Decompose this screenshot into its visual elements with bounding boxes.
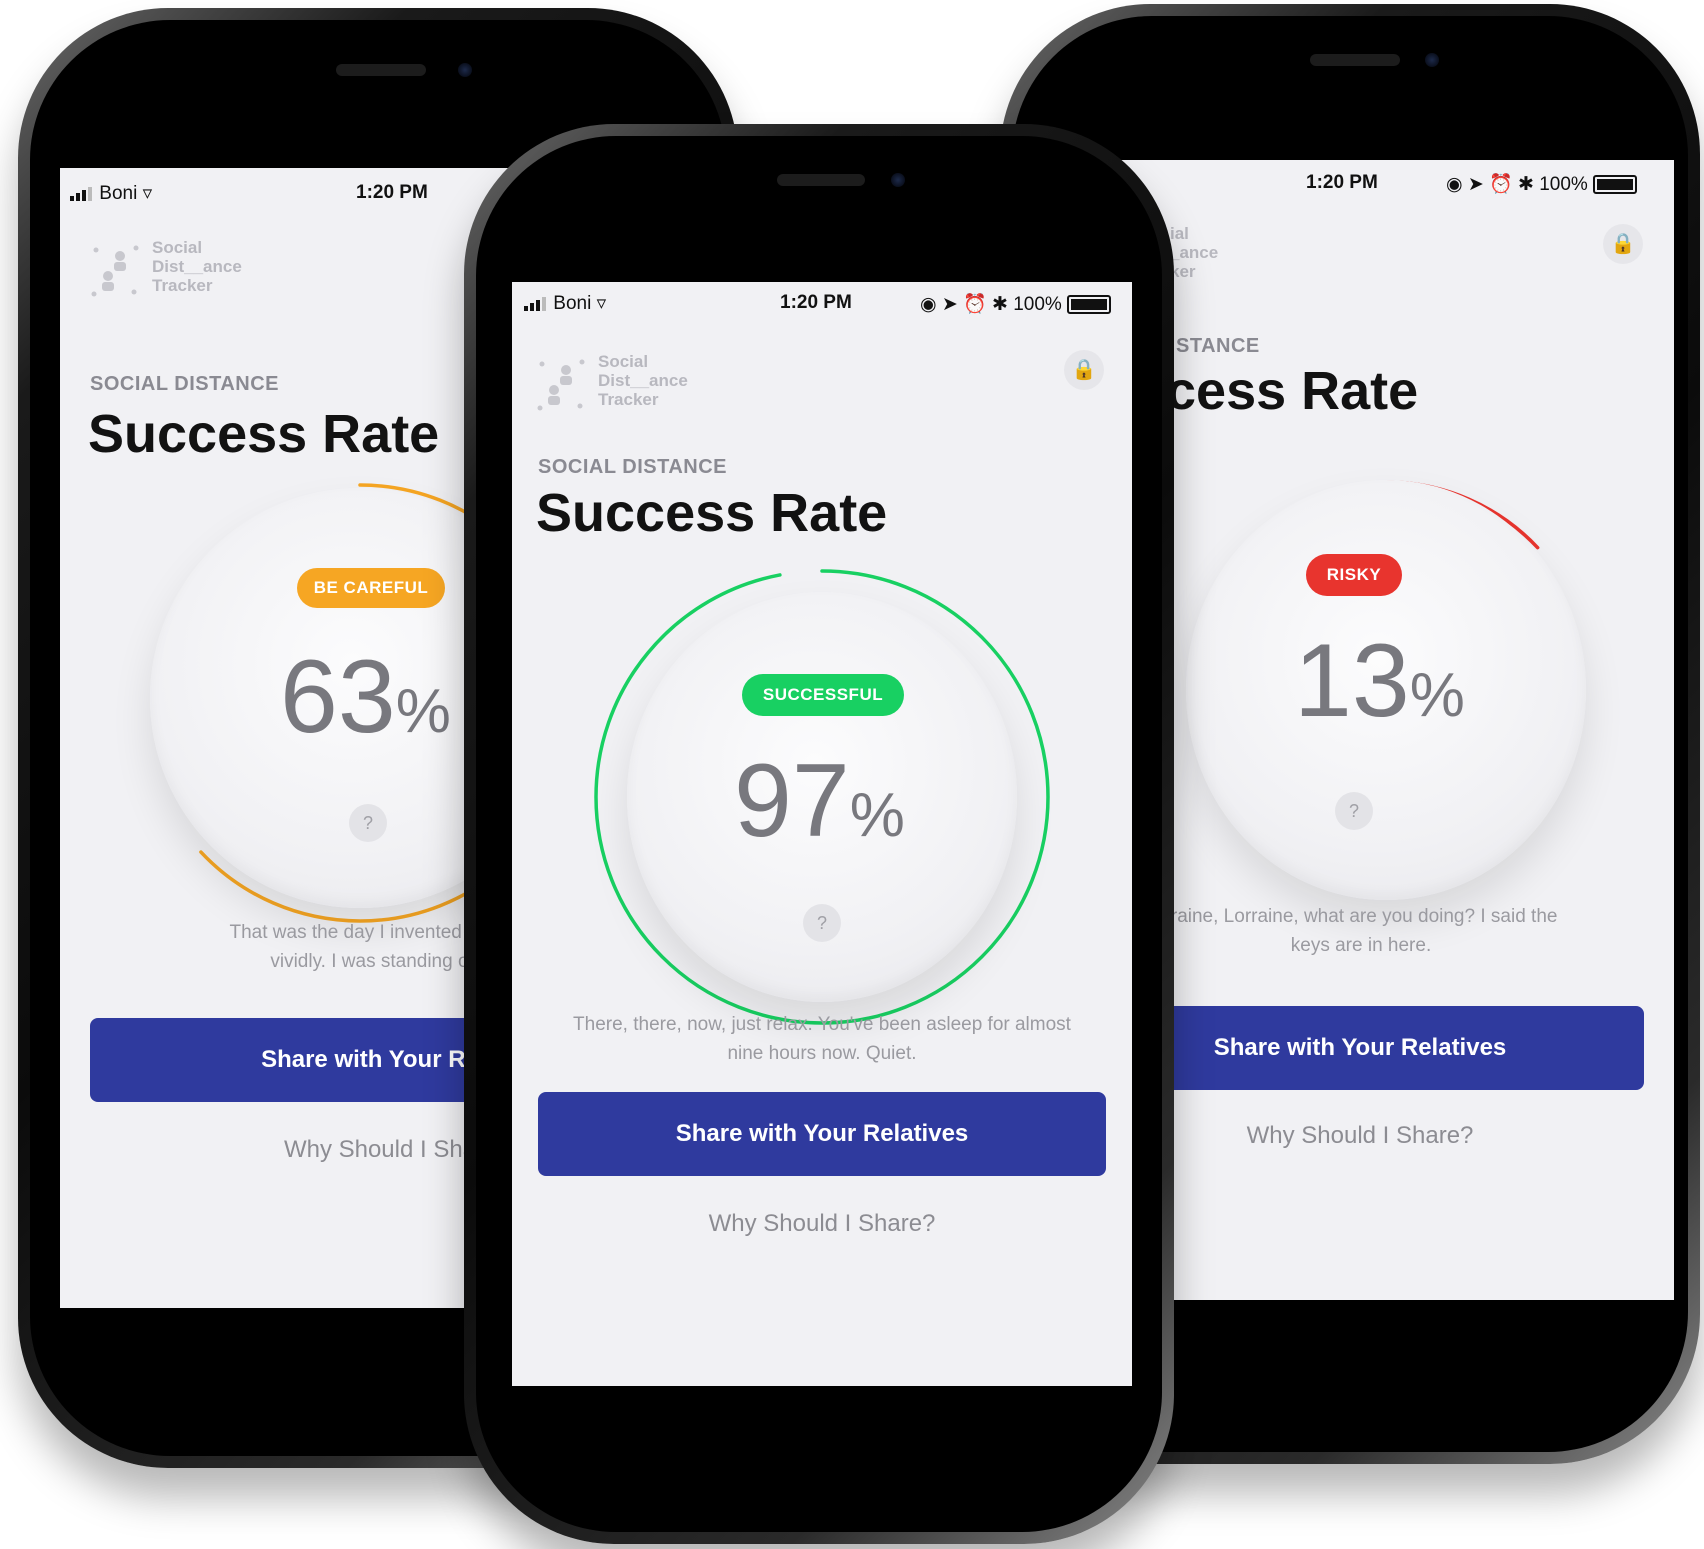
percent-value: 63	[280, 639, 396, 755]
alarm-icon: ⏰	[1489, 174, 1513, 195]
logo-line-3: Tracker	[598, 390, 659, 409]
signal-icon	[524, 296, 546, 311]
logo-line-1: Social	[598, 352, 649, 371]
status-badge: BE CAREFUL	[297, 568, 445, 608]
logo-line-3: ker	[1170, 262, 1196, 281]
screen-center: Boni ▿ 1:20 PM ◉ ➤ ⏰ ✱ 100% Social Dist_…	[512, 282, 1132, 1386]
help-icon[interactable]: ?	[803, 904, 841, 942]
logo-line-2: Dist__ance	[598, 371, 688, 390]
quote-text: There, there, now, just relax. You've be…	[522, 1010, 1122, 1068]
section-eyebrow: SOCIAL DISTANCE	[90, 373, 279, 395]
wifi-icon: ▿	[142, 183, 153, 204]
status-time: 1:20 PM	[356, 182, 428, 203]
battery-icon	[1593, 175, 1638, 195]
percent-sign: %	[849, 781, 905, 850]
lock-icon[interactable]: 🔒	[1603, 224, 1643, 264]
location-icon: ➤	[1467, 174, 1484, 195]
quote-line-1: There, there, now, just relax. You've be…	[573, 1014, 1071, 1035]
carrier-name: Boni	[99, 183, 138, 204]
front-camera	[891, 173, 905, 187]
logo-line-3: Tracker	[152, 276, 213, 295]
help-icon[interactable]: ?	[1335, 792, 1373, 830]
success-percent: 13%	[1294, 622, 1465, 741]
carrier-name: Boni	[553, 293, 592, 314]
percent-value: 97	[734, 743, 850, 859]
page-title: Success Rate	[88, 404, 440, 464]
bluetooth-icon: ✱	[992, 294, 1008, 315]
percent-sign: %	[1409, 661, 1465, 730]
alarm-icon: ⏰	[963, 294, 987, 315]
logo-line-2: _ance	[1170, 243, 1219, 262]
success-percent: 97%	[734, 742, 905, 861]
battery-icon	[1067, 295, 1112, 315]
speaker	[336, 64, 426, 76]
status-badge: RISKY	[1306, 554, 1402, 596]
people-icon	[91, 245, 139, 297]
logo-line-1: Social	[152, 238, 203, 257]
logo-line-1: ial	[1170, 224, 1189, 243]
status-bar: Boni ▿	[524, 292, 606, 315]
front-camera	[458, 63, 472, 77]
signal-icon	[70, 186, 92, 201]
front-camera	[1425, 53, 1439, 67]
location-icon: ➤	[941, 294, 958, 315]
status-bar: Boni ▿	[70, 182, 152, 205]
status-time: 1:20 PM	[780, 292, 852, 313]
battery-percent: 100%	[1013, 294, 1062, 315]
lock-rotation-icon: ◉	[920, 294, 937, 315]
page-title: cess Rate	[1166, 361, 1419, 421]
status-badge: SUCCESSFUL	[742, 674, 904, 716]
speaker	[1310, 54, 1400, 66]
quote-line-2: nine hours now. Quiet.	[727, 1043, 917, 1064]
bluetooth-icon: ✱	[1518, 174, 1534, 195]
help-icon[interactable]: ?	[349, 804, 387, 842]
app-logo: ial _ance ker	[1170, 224, 1218, 281]
phone-center: Boni ▿ 1:20 PM ◉ ➤ ⏰ ✱ 100% Social Dist_…	[464, 124, 1174, 1544]
success-percent: 63%	[280, 638, 451, 757]
status-right-icons: ◉ ➤ ⏰ ✱ 100%	[920, 292, 1112, 316]
why-share-link[interactable]: Why Should I Share?	[538, 1210, 1106, 1238]
percent-value: 13	[1294, 623, 1410, 739]
wifi-icon: ▿	[596, 293, 607, 314]
people-icon	[537, 359, 585, 411]
section-eyebrow: STANCE	[1176, 335, 1260, 357]
speaker	[777, 174, 865, 186]
lock-rotation-icon: ◉	[1446, 174, 1463, 195]
section-eyebrow: SOCIAL DISTANCE	[538, 456, 727, 478]
share-button[interactable]: Share with Your Relatives	[538, 1092, 1106, 1176]
page-title: Success Rate	[536, 483, 888, 543]
logo-line-2: Dist__ance	[152, 257, 242, 276]
lock-icon[interactable]: 🔒	[1064, 350, 1104, 390]
battery-percent: 100%	[1539, 174, 1588, 195]
status-time: 1:20 PM	[1306, 172, 1378, 193]
percent-sign: %	[395, 677, 451, 746]
status-right-icons: ◉ ➤ ⏰ ✱ 100%	[1446, 172, 1638, 196]
